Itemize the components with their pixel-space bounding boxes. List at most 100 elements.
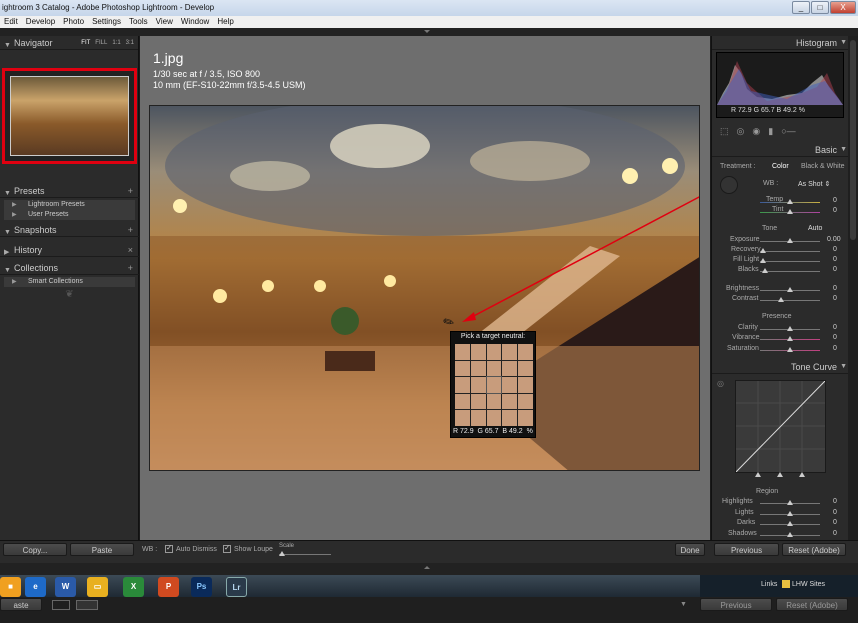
- zoom-fill[interactable]: FILL: [95, 36, 107, 50]
- treatment-color-option[interactable]: Color: [772, 163, 789, 170]
- darks-slider[interactable]: [760, 521, 820, 526]
- internet-explorer-icon[interactable]: e: [25, 577, 46, 597]
- paste-settings-button[interactable]: Paste: [70, 543, 134, 556]
- tint-slider[interactable]: [760, 209, 820, 214]
- menu-photo[interactable]: Photo: [59, 16, 88, 28]
- darks-value[interactable]: 0: [833, 519, 837, 526]
- contrast-slider[interactable]: [760, 297, 820, 302]
- fill-light-value[interactable]: 0: [833, 256, 837, 263]
- snapshots-header[interactable]: ▼ Snapshots +: [0, 223, 139, 237]
- menu-develop[interactable]: Develop: [22, 16, 59, 28]
- tint-slider-thumb[interactable]: [787, 209, 793, 214]
- add-snapshot-icon[interactable]: +: [128, 223, 133, 237]
- top-panel-toggle-strip[interactable]: [0, 28, 858, 36]
- contrast-slider-thumb[interactable]: [778, 297, 784, 302]
- close-button[interactable]: X: [830, 1, 856, 14]
- clarity-slider-thumb[interactable]: [787, 326, 793, 331]
- exposure-slider-thumb[interactable]: [787, 238, 793, 243]
- menu-help[interactable]: Help: [213, 16, 237, 28]
- history-header[interactable]: ▶ History ×: [0, 243, 139, 257]
- shadows-value[interactable]: 0: [833, 530, 837, 537]
- blacks-value[interactable]: 0: [833, 266, 837, 273]
- auto-tone-button[interactable]: Auto: [808, 225, 822, 232]
- crop-tool-icon[interactable]: ⬚: [720, 126, 729, 137]
- histogram-header[interactable]: Histogram ▼: [712, 36, 849, 50]
- blacks-slider-thumb[interactable]: [762, 268, 768, 273]
- targeted-adjustment-tool-icon[interactable]: ◎: [717, 379, 724, 388]
- photo-canvas[interactable]: ✎: [149, 105, 700, 471]
- photoshop-icon[interactable]: Ps: [191, 577, 212, 597]
- zoom-fit[interactable]: FIT: [81, 36, 90, 50]
- brightness-value[interactable]: 0: [833, 285, 837, 292]
- highlights-value[interactable]: 0: [833, 498, 837, 505]
- split-point-thumb[interactable]: [755, 472, 761, 477]
- red-eye-tool-icon[interactable]: ◉: [752, 126, 760, 137]
- exposure-slider[interactable]: [760, 238, 820, 243]
- tone-curve-header[interactable]: Tone Curve ▼: [712, 360, 849, 374]
- scale-slider[interactable]: [279, 551, 331, 556]
- show-loupe-checkbox[interactable]: ✓: [223, 545, 231, 553]
- expand-filmstrip-icon[interactable]: [424, 566, 430, 569]
- saturation-slider-thumb[interactable]: [787, 347, 793, 352]
- scale-slider-thumb[interactable]: [279, 551, 285, 556]
- filmstrip-toggle-strip[interactable]: [0, 563, 858, 575]
- auto-dismiss-checkbox[interactable]: ✓: [165, 545, 173, 553]
- recovery-slider-thumb[interactable]: [760, 248, 766, 253]
- tone-curve-graph[interactable]: [735, 380, 826, 473]
- add-preset-icon[interactable]: +: [128, 184, 133, 198]
- wb-preset-dropdown[interactable]: As Shot ⇕: [798, 180, 830, 188]
- preset-folder-user[interactable]: ▶ User Presets: [4, 210, 135, 220]
- adjustment-brush-tool-icon[interactable]: ○—: [781, 126, 795, 136]
- navigator-thumbnail[interactable]: [10, 76, 129, 156]
- powerpoint-icon[interactable]: P: [158, 577, 179, 597]
- clarity-slider[interactable]: [760, 326, 820, 331]
- temp-slider-thumb[interactable]: [787, 199, 793, 204]
- highlights-slider[interactable]: [760, 500, 820, 505]
- vibrance-slider[interactable]: [760, 336, 820, 341]
- recovery-value[interactable]: 0: [833, 246, 837, 253]
- lights-slider[interactable]: [760, 511, 820, 516]
- blacks-slider[interactable]: [760, 268, 820, 273]
- graduated-filter-tool-icon[interactable]: ▮: [768, 126, 773, 137]
- menu-view[interactable]: View: [152, 16, 177, 28]
- presets-header[interactable]: ▼ Presets +: [0, 184, 139, 198]
- menu-edit[interactable]: Edit: [0, 16, 22, 28]
- histogram-graph[interactable]: R 72.9 G 65.7 B 49.2 %: [716, 52, 844, 118]
- lightroom-icon[interactable]: Lr: [226, 577, 247, 597]
- exposure-value[interactable]: 0.00: [827, 236, 841, 243]
- highlights-slider-thumb[interactable]: [787, 500, 793, 505]
- smart-collections-item[interactable]: ▶ Smart Collections: [4, 277, 135, 287]
- done-button[interactable]: Done: [675, 543, 705, 556]
- folder-icon[interactable]: ▭: [87, 577, 108, 597]
- menu-window[interactable]: Window: [177, 16, 213, 28]
- zoom-1-1[interactable]: 1:1: [112, 36, 120, 50]
- brightness-slider[interactable]: [760, 287, 820, 292]
- clear-history-icon[interactable]: ×: [128, 243, 133, 257]
- preset-folder-lightroom[interactable]: ▶ Lightroom Presets: [4, 200, 135, 210]
- clarity-value[interactable]: 0: [833, 324, 837, 331]
- vibrance-slider-thumb[interactable]: [787, 336, 793, 341]
- vibrance-value[interactable]: 0: [833, 334, 837, 341]
- maximize-button[interactable]: □: [811, 1, 829, 14]
- spot-removal-tool-icon[interactable]: ◎: [737, 126, 745, 137]
- word-icon[interactable]: W: [55, 577, 76, 597]
- shadows-slider[interactable]: [760, 532, 820, 537]
- reset-adobe-button[interactable]: Reset (Adobe): [782, 543, 846, 556]
- menu-settings[interactable]: Settings: [88, 16, 125, 28]
- temp-slider[interactable]: [760, 199, 820, 204]
- recovery-slider[interactable]: [760, 248, 820, 253]
- add-collection-icon[interactable]: +: [128, 261, 133, 275]
- treatment-bw-option[interactable]: Black & White: [801, 163, 845, 170]
- wb-selector-tool-icon[interactable]: [720, 176, 738, 194]
- saturation-value[interactable]: 0: [833, 345, 837, 352]
- excel-icon[interactable]: X: [123, 577, 144, 597]
- previous-button[interactable]: Previous: [714, 543, 779, 556]
- collections-header[interactable]: ▼ Collections +: [0, 261, 139, 275]
- saturation-slider[interactable]: [760, 347, 820, 352]
- minimize-button[interactable]: _: [792, 1, 810, 14]
- fill-light-slider-thumb[interactable]: [760, 258, 766, 263]
- lhw-sites-link[interactable]: LHW Sites: [792, 581, 825, 588]
- tint-value[interactable]: 0: [833, 207, 837, 214]
- contrast-value[interactable]: 0: [833, 295, 837, 302]
- split-point-thumb[interactable]: [799, 472, 805, 477]
